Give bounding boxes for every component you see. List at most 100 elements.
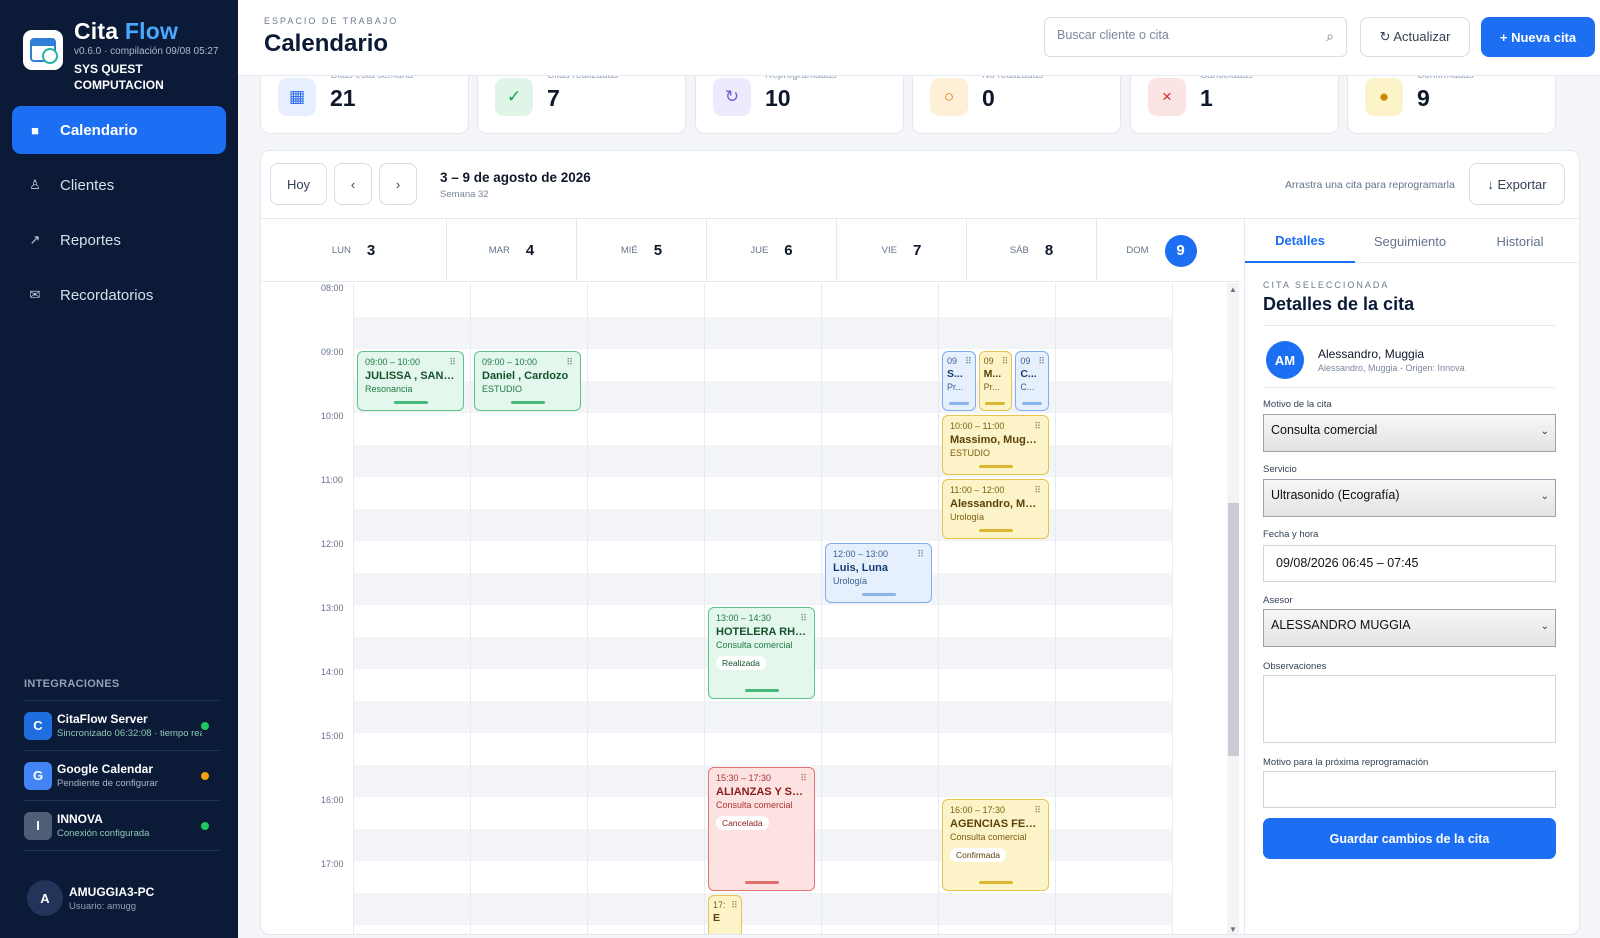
- appointment-card[interactable]: 09 M... Pr... ⠿: [978, 351, 1013, 411]
- drag-handle-icon[interactable]: ⠿: [566, 357, 573, 368]
- appointment-client: HOTELERA RH SA: [716, 626, 807, 638]
- appointment-card[interactable]: 11:00 – 12:00 Alessandro, Muggia Urología ⠿: [942, 479, 1049, 539]
- appointment-progress-bar: [744, 881, 779, 884]
- asesor-select[interactable]: ALESSANDRO MUGGIA ⌄: [1263, 609, 1556, 647]
- appointment-client: Alessandro, Muggia: [950, 498, 1041, 510]
- motivo-reprog-input[interactable]: [1263, 771, 1556, 808]
- scrollbar-thumb[interactable]: [1228, 503, 1239, 756]
- prev-week-button[interactable]: ‹: [334, 163, 372, 205]
- appointment-service: Consulta comercial: [950, 832, 1027, 842]
- drag-handle-icon[interactable]: ⠿: [449, 357, 456, 368]
- drag-handle-icon[interactable]: ⠿: [731, 900, 738, 911]
- appointment-card[interactable]: 12:00 – 13:00 Luis, Luna Urología ⠿: [825, 543, 932, 603]
- drag-handle-icon[interactable]: ⠿: [1034, 805, 1041, 816]
- integration-badge: G: [24, 761, 52, 790]
- sidebar-item-clientes[interactable]: ♙ Clientes: [12, 161, 226, 209]
- appointment-service: ESTUDIO: [482, 384, 523, 394]
- appointment-card[interactable]: 15:30 – 17:30 ALIANZAS Y SERVICIOS Consult…: [708, 767, 815, 891]
- integration-status: Sincronizado 06:32:08 · tiempo real: [57, 728, 202, 739]
- hour-label: 10:00: [321, 411, 344, 421]
- user-sub: Usuario: amugg: [69, 900, 137, 912]
- export-button[interactable]: ↓ Exportar: [1469, 163, 1565, 205]
- appointment-progress-bar: [948, 402, 969, 405]
- integration-badge: I: [24, 811, 52, 840]
- day-column-divider: [1055, 283, 1056, 934]
- drag-handle-icon[interactable]: ⠿: [800, 613, 807, 624]
- appointment-card[interactable]: 10:00 – 11:00 Massimo, Muggia ESTUDIO ⠿: [942, 415, 1049, 475]
- status-dot-icon: [201, 772, 209, 780]
- company-name: SYS QUEST COMPUTACION: [74, 62, 164, 92]
- day-header[interactable]: DOM 9: [1096, 219, 1226, 282]
- hour-label: 15:00: [321, 731, 344, 741]
- tab-seguimiento[interactable]: Seguimiento: [1355, 219, 1465, 263]
- integration-citaflow-server[interactable]: C CitaFlow Server Sincronizado 06:32:08 …: [24, 700, 219, 750]
- appointment-time: 09:00 – 10:00: [365, 357, 421, 367]
- appointment-service: C...: [1020, 382, 1035, 392]
- status-badge: Confirmada: [950, 848, 1006, 862]
- sidebar-item-label: Clientes: [60, 176, 115, 194]
- status-dot-icon: [201, 822, 209, 830]
- drag-handle-icon[interactable]: ⠿: [1034, 421, 1041, 432]
- day-header[interactable]: SÁB 8: [966, 219, 1096, 282]
- next-week-button[interactable]: ›: [379, 163, 417, 205]
- appointment-card[interactable]: 17: E ⠿: [708, 895, 742, 934]
- drag-handle-icon[interactable]: ⠿: [1038, 356, 1045, 367]
- sidebar-item-recordatorios[interactable]: ✉ Recordatorios: [12, 271, 226, 319]
- integration-innova[interactable]: I INNOVA Conexión configurada: [24, 800, 219, 850]
- refresh-button[interactable]: ↻ Actualizar: [1360, 17, 1470, 57]
- tab-historial[interactable]: Historial: [1465, 219, 1575, 263]
- stat-value: 21: [330, 85, 356, 111]
- servicio-select[interactable]: Ultrasonido (Ecografía) ⌄: [1263, 479, 1556, 517]
- appointment-card[interactable]: 09:00 – 10:00 Daniel , Cardozo ESTUDIO ⠿: [474, 351, 581, 411]
- appointment-card[interactable]: 09 C... C... ⠿: [1015, 351, 1049, 411]
- appointment-client: E: [713, 912, 721, 924]
- drag-handle-icon[interactable]: ⠿: [800, 773, 807, 784]
- appointment-progress-bar: [978, 529, 1013, 532]
- day-header[interactable]: MIÉ 5: [576, 219, 706, 282]
- user-profile[interactable]: A AMUGGIA3-PC Usuario: amugg: [27, 880, 154, 916]
- half-hour-band: [353, 509, 1173, 541]
- day-header[interactable]: LUN 3: [261, 219, 446, 282]
- observaciones-textarea[interactable]: [1263, 675, 1556, 743]
- appointment-card[interactable]: 09:00 – 10:00 JULISSA , SANCHEZ Resonancia…: [357, 351, 464, 411]
- today-button[interactable]: Hoy: [270, 163, 327, 205]
- day-column-divider: [470, 283, 471, 934]
- appointment-card[interactable]: 13:00 – 14:30 HOTELERA RH SA Consulta come…: [708, 607, 815, 699]
- fecha-input[interactable]: 09/08/2026 06:45 – 07:45: [1263, 545, 1556, 582]
- day-header[interactable]: MAR 4: [446, 219, 576, 282]
- drag-handle-icon[interactable]: ⠿: [1002, 356, 1009, 367]
- drag-handle-icon[interactable]: ⠿: [917, 549, 924, 560]
- sidebar-item-calendario[interactable]: ■ Calendario: [12, 106, 226, 154]
- drag-handle-icon[interactable]: ⠿: [1034, 485, 1041, 496]
- appointment-card[interactable]: 16:00 – 17:30 AGENCIAS FEDUCIARIAS Consult…: [942, 799, 1049, 891]
- integration-name: Google Calendar: [57, 762, 154, 776]
- scroll-up-icon[interactable]: ▲: [1227, 285, 1239, 294]
- appointment-time: 12:00 – 13:00: [833, 549, 889, 559]
- search-icon[interactable]: ⌕: [1326, 28, 1334, 45]
- new-appointment-button[interactable]: + Nueva cita: [1481, 17, 1595, 57]
- appointment-service: Pr...: [947, 382, 964, 392]
- app-logo-icon: [23, 30, 63, 70]
- sidebar-item-reportes[interactable]: ↗ Reportes: [12, 216, 226, 264]
- date-range-title: 3 – 9 de agosto de 2026: [440, 170, 591, 185]
- user-icon: ♙: [29, 177, 41, 192]
- appointment-card[interactable]: 09 S... Pr... ⠿: [942, 351, 976, 411]
- drag-handle-icon[interactable]: ⠿: [965, 356, 972, 367]
- search-input[interactable]: [1057, 28, 1307, 42]
- motivo-select[interactable]: Consulta comercial ⌄: [1263, 414, 1556, 452]
- stat-value: 7: [547, 85, 560, 111]
- day-header[interactable]: JUE 6: [706, 219, 836, 282]
- sidebar-item-label: Calendario: [60, 121, 138, 139]
- page-title: Calendario: [264, 30, 389, 57]
- save-appointment-button[interactable]: Guardar cambios de la cita: [1263, 818, 1556, 859]
- integration-google-calendar[interactable]: G Google Calendar Pendiente de configura…: [24, 750, 219, 800]
- scroll-down-icon[interactable]: ▼: [1227, 925, 1239, 934]
- day-number: 8: [1044, 242, 1054, 259]
- calendar-scrollbar[interactable]: ▲ ▼: [1227, 283, 1239, 934]
- sidebar: Cita Flow v0.6.0 · compilación 09/08 05:…: [0, 0, 238, 938]
- appointment-progress-bar: [393, 401, 428, 404]
- appointment-progress-bar: [978, 881, 1013, 884]
- day-header[interactable]: VIE 7: [836, 219, 966, 282]
- tab-detalles[interactable]: Detalles: [1245, 219, 1355, 263]
- drag-hint: Arrastra una cita para reprogramarla: [1285, 179, 1455, 191]
